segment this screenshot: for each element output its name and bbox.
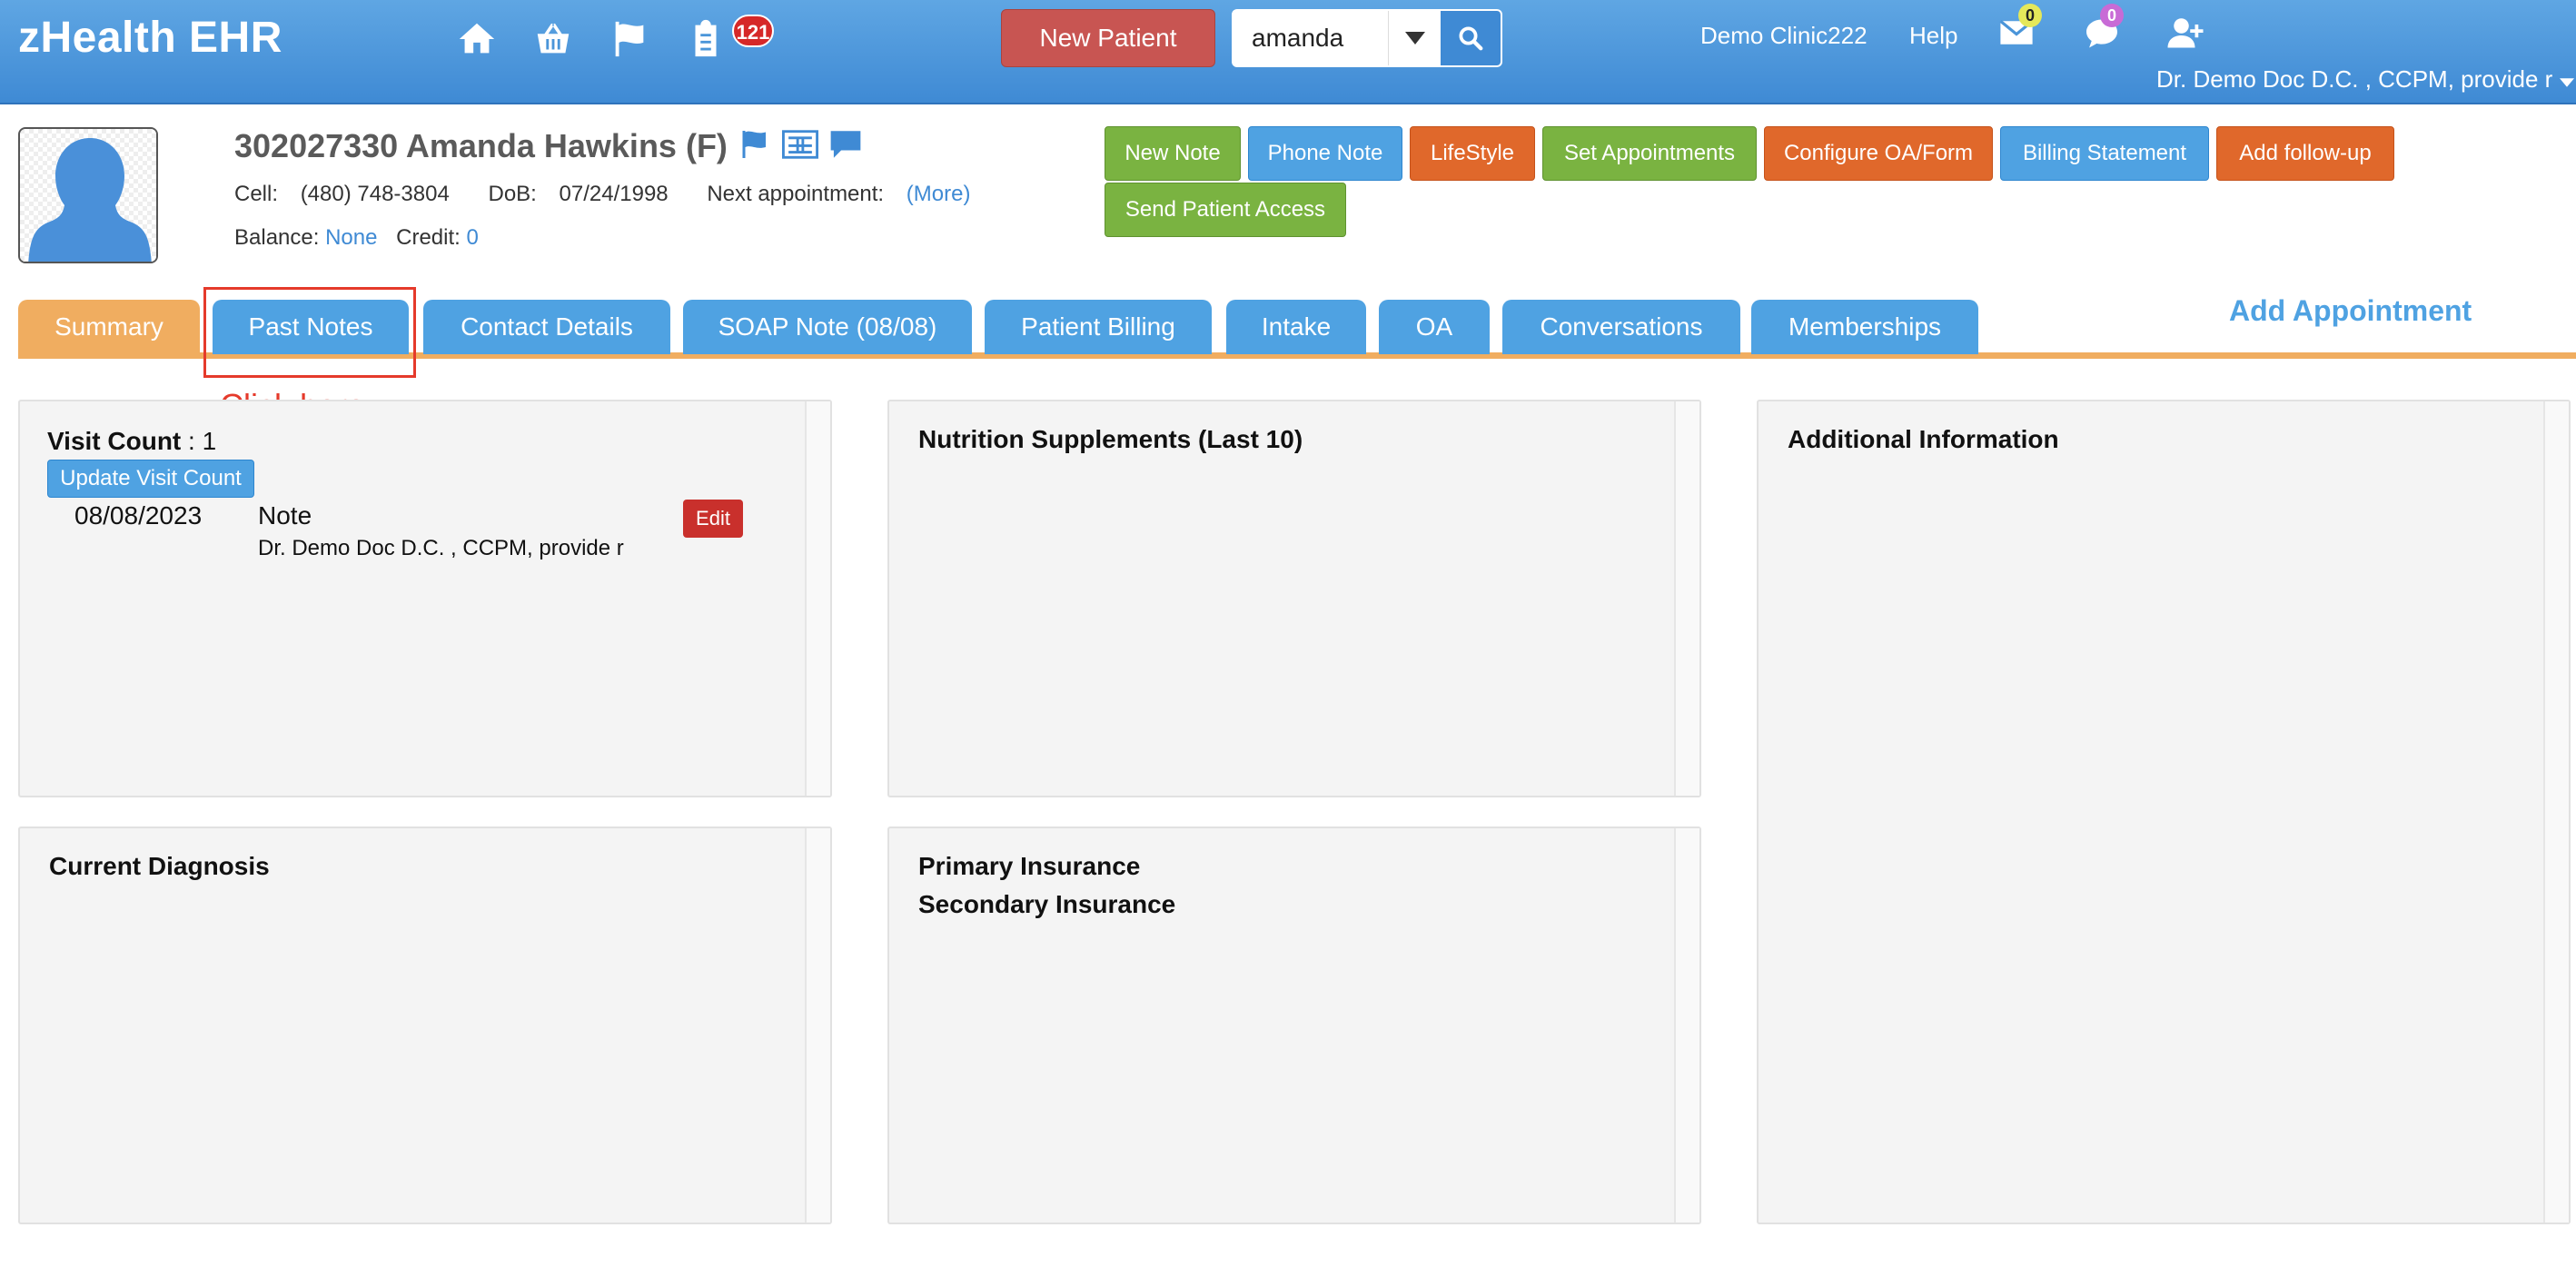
user-name: Dr. Demo Doc D.C. , CCPM, provide r [2156,65,2553,93]
nutrition-panel: Nutrition Supplements (Last 10) [887,400,1701,797]
tab-contact-details[interactable]: Contact Details [423,300,670,354]
top-navbar: zHealth EHR 121 New Patient Demo Clinic2… [0,0,2576,104]
basket-icon[interactable] [529,16,578,62]
panel-scrollbar[interactable] [805,828,830,1223]
chinese-medicine-icon[interactable] [781,128,818,165]
additional-info-title: Additional Information [1788,425,2059,453]
add-appointment-link[interactable]: Add Appointment [2229,294,2472,328]
chat-count-badge: 0 [2100,4,2124,27]
search-dropdown-toggle[interactable] [1388,11,1441,65]
send-patient-access-button[interactable]: Send Patient Access [1105,183,1346,237]
person-silhouette-icon [20,129,156,262]
chevron-down-icon [1404,32,1425,45]
search-input[interactable] [1234,11,1388,65]
patient-search [1232,9,1502,67]
clipboard-icon[interactable] [681,16,730,62]
new-note-button[interactable]: New Note [1105,126,1241,181]
lifestyle-button[interactable]: LifeStyle [1410,126,1535,181]
visit-count-panel: Visit Count : 1 Update Visit Count 08/08… [18,400,832,797]
credit-label: Credit: [396,225,461,250]
user-menu-dropdown[interactable]: Dr. Demo Doc D.C. , CCPM, provide r [2156,65,2574,94]
balance-line: Balance: None Credit: 0 [234,225,479,251]
cell-label: Cell: [234,182,279,206]
panel-scrollbar[interactable] [805,401,830,796]
flag-icon[interactable] [605,16,654,62]
configure-oa-form-button[interactable]: Configure OA/Form [1764,126,1993,181]
patient-contact-line: Cell: (480) 748-3804 DoB: 07/24/1998 Nex… [234,182,1003,207]
tab-soap-note[interactable]: SOAP Note (08/08) [683,300,972,354]
current-diagnosis-panel: Current Diagnosis [18,827,832,1224]
visit-count-label: Visit Count [47,427,182,455]
phone-note-button[interactable]: Phone Note [1248,126,1402,181]
billing-statement-button[interactable]: Billing Statement [2000,126,2209,181]
balance-value-link[interactable]: None [325,225,377,250]
comment-icon[interactable] [827,128,864,165]
set-appointments-button[interactable]: Set Appointments [1542,126,1757,181]
visit-count: Visit Count : 1 [47,427,216,456]
tab-summary[interactable]: Summary [18,300,200,354]
note-author: Dr. Demo Doc D.C. , CCPM, provide r [258,536,624,560]
search-icon [1459,26,1483,51]
panel-scrollbar[interactable] [1674,401,1699,796]
notification-count-badge[interactable]: 121 [732,15,774,47]
annotation-highlight-box [203,287,416,378]
update-visit-count-button[interactable]: Update Visit Count [47,460,254,498]
clinic-name-link[interactable]: Demo Clinic222 [1700,22,1868,50]
tab-patient-billing[interactable]: Patient Billing [985,300,1212,354]
visit-count-separator: : [181,427,203,455]
additional-info-panel: Additional Information [1757,400,2571,1224]
credit-value-link[interactable]: 0 [466,225,478,250]
balance-label: Balance: [234,225,320,250]
new-patient-button[interactable]: New Patient [1001,9,1215,67]
help-link[interactable]: Help [1909,22,1957,50]
secondary-insurance-title: Secondary Insurance [918,890,1176,918]
note-date: 08/08/2023 [74,501,203,530]
visit-count-value: 1 [202,427,217,455]
insurance-panel: Primary Insurance Secondary Insurance [887,827,1701,1224]
dob-value: 07/24/1998 [559,182,669,206]
caret-down-icon [2559,78,2574,87]
home-icon[interactable] [452,16,501,62]
note-title[interactable]: Note [258,501,312,530]
dob-label: DoB: [488,182,537,206]
nutrition-title: Nutrition Supplements (Last 10) [918,425,1303,453]
search-button[interactable] [1441,11,1501,65]
nav-icon-bar [452,16,730,62]
next-appointment-label: Next appointment: [707,182,885,206]
current-diagnosis-title: Current Diagnosis [49,852,270,880]
primary-insurance-title: Primary Insurance [918,852,1141,880]
flag-icon[interactable] [737,128,773,165]
more-link[interactable]: (More) [907,182,971,206]
cell-value: (480) 748-3804 [300,182,450,206]
add-user-icon[interactable] [2167,16,2204,49]
add-follow-up-button[interactable]: Add follow-up [2216,126,2394,181]
panel-scrollbar[interactable] [1674,828,1699,1223]
tab-intake[interactable]: Intake [1226,300,1366,354]
app-brand[interactable]: zHealth EHR [18,13,282,63]
tab-oa[interactable]: OA [1379,300,1490,354]
panel-scrollbar[interactable] [2543,401,2569,1223]
mail-count-badge: 0 [2018,4,2042,27]
edit-note-button[interactable]: Edit [683,500,743,538]
tab-conversations[interactable]: Conversations [1502,300,1740,354]
patient-title: 302027330 Amanda Hawkins (F) [234,127,728,164]
patient-avatar[interactable] [18,127,158,263]
patient-header: 302027330 Amanda Hawkins (F) [234,127,864,165]
tab-memberships[interactable]: Memberships [1751,300,1978,354]
